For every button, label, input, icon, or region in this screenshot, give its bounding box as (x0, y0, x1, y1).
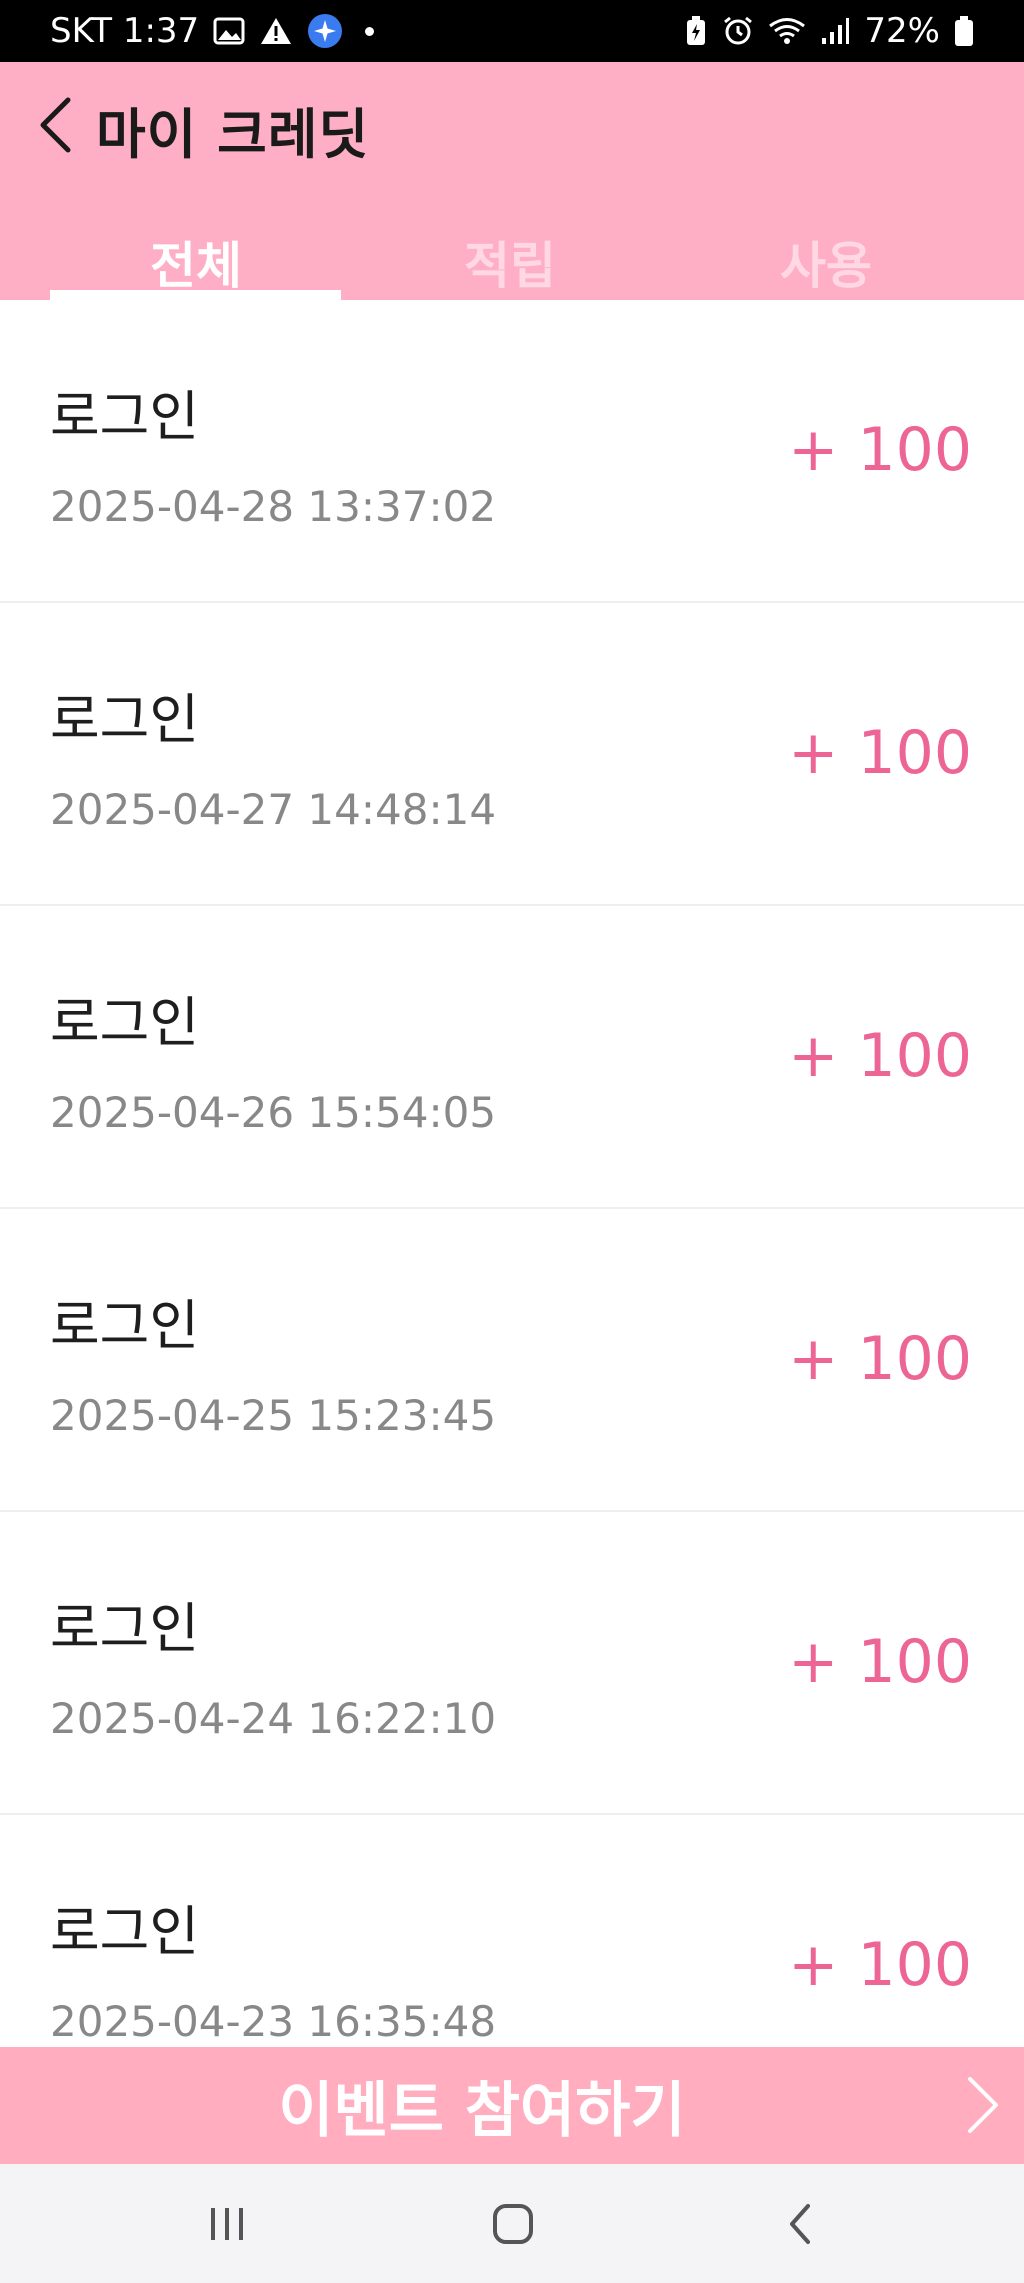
credit-title: 로그인 (50, 1597, 200, 1660)
back-icon (790, 2204, 810, 2244)
battery-percent: 72% (864, 11, 940, 51)
gallery-icon (213, 16, 245, 46)
status-right: 72% (684, 11, 974, 51)
credit-date: 2025-04-28 13:37:02 (50, 482, 497, 531)
tab-label: 적립 (464, 237, 556, 295)
chevron-left-icon (40, 97, 71, 153)
list-item[interactable]: 로그인 2025-04-27 14:48:14 + 100 (0, 603, 1024, 906)
chevron-right-icon (968, 2077, 998, 2133)
credit-date: 2025-04-27 14:48:14 (50, 785, 497, 834)
credit-amount: + 100 (788, 718, 972, 788)
credit-title: 로그인 (50, 1900, 200, 1963)
event-label: 이벤트 참여하기 (278, 2076, 686, 2146)
tab-earned[interactable]: 적립 (352, 212, 668, 298)
system-nav-bar (0, 2164, 1024, 2283)
nav-back-button[interactable] (770, 2194, 830, 2254)
tab-label: 전체 (150, 237, 242, 295)
home-button[interactable] (483, 2194, 543, 2254)
credit-amount: + 100 (788, 415, 972, 485)
home-icon (493, 2204, 533, 2244)
list-item[interactable]: 로그인 2025-04-26 15:54:05 + 100 (0, 906, 1024, 1209)
list-item[interactable]: 로그인 2025-04-25 15:23:45 + 100 (0, 1209, 1024, 1512)
credit-amount: + 100 (788, 1627, 972, 1697)
notification-dot (365, 26, 375, 36)
credit-date: 2025-04-24 16:22:10 (50, 1694, 497, 1743)
wifi-icon (768, 16, 806, 46)
recent-apps-icon (211, 2208, 243, 2240)
credit-title: 로그인 (50, 385, 200, 448)
page-title: 마이 크레딧 (96, 103, 370, 166)
back-button[interactable] (30, 92, 80, 158)
credit-date: 2025-04-25 15:23:45 (50, 1391, 497, 1440)
credit-title: 로그인 (50, 1294, 200, 1357)
credit-date: 2025-04-23 16:35:48 (50, 1997, 497, 2046)
credit-title: 로그인 (50, 991, 200, 1054)
alarm-icon (722, 15, 754, 47)
status-bar: SKT 1:37 72% (0, 0, 1024, 62)
recent-apps-button[interactable] (197, 2194, 257, 2254)
warning-icon (259, 16, 293, 46)
app-header: 마이 크레딧 전체 적립 사용 (0, 62, 1024, 300)
tab-label: 사용 (780, 237, 872, 295)
status-left: SKT 1:37 (50, 11, 375, 51)
battery-saver-icon (684, 15, 708, 47)
signal-icon (820, 16, 850, 46)
tab-used[interactable]: 사용 (668, 212, 984, 298)
list-item[interactable]: 로그인 2025-04-24 16:22:10 + 100 (0, 1512, 1024, 1815)
battery-icon (954, 15, 974, 47)
credit-date: 2025-04-26 15:54:05 (50, 1088, 497, 1137)
active-tab-indicator (50, 290, 341, 300)
assistant-icon (307, 13, 343, 49)
tab-all[interactable]: 전체 (38, 212, 354, 298)
credit-title: 로그인 (50, 688, 200, 751)
credit-amount: + 100 (788, 1930, 972, 2000)
carrier-time: SKT 1:37 (50, 11, 200, 51)
list-item[interactable]: 로그인 2025-04-28 13:37:02 + 100 (0, 300, 1024, 603)
credit-amount: + 100 (788, 1324, 972, 1394)
credit-history-list: 로그인 2025-04-28 13:37:02 + 100 로그인 2025-0… (0, 300, 1024, 2118)
credit-amount: + 100 (788, 1021, 972, 1091)
event-participate-button[interactable]: 이벤트 참여하기 (0, 2047, 1024, 2164)
